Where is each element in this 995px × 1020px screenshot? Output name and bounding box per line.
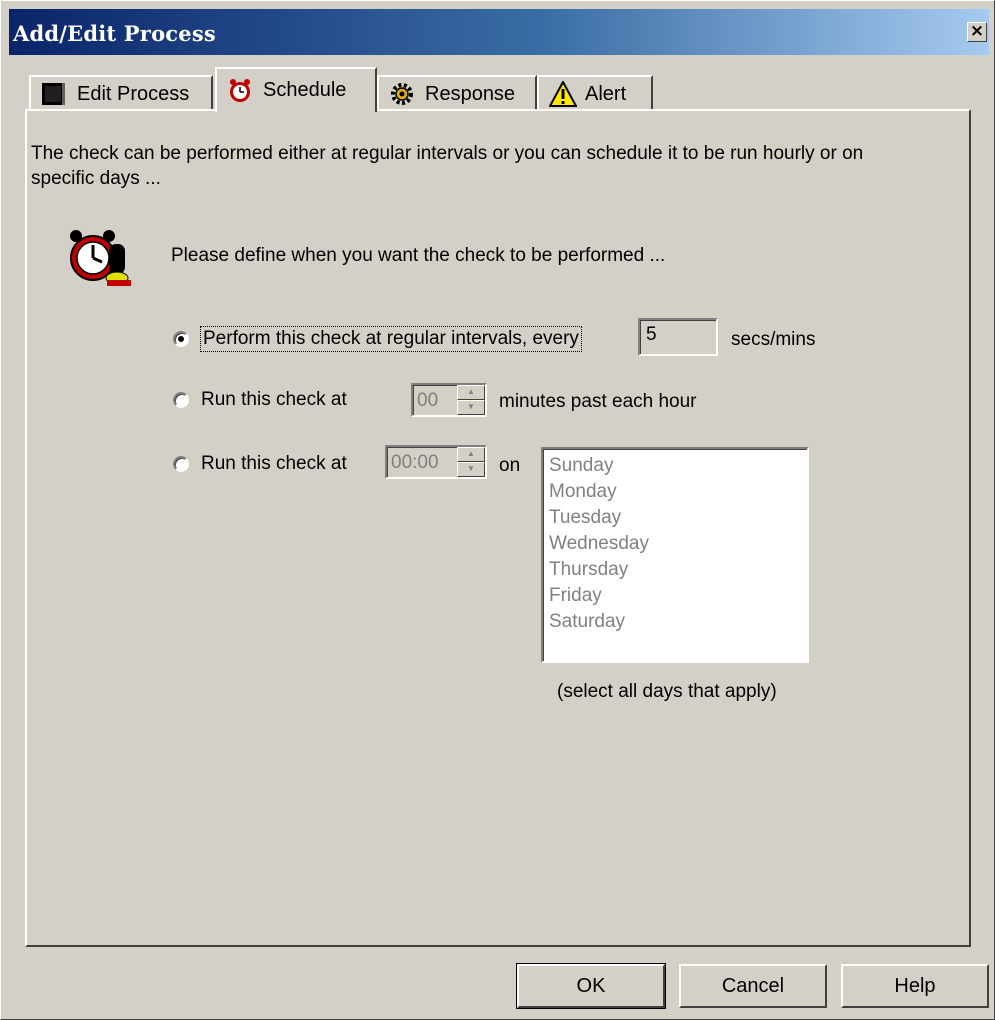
daily-on: on xyxy=(499,455,520,477)
prompt-text: Please define when you want the check to… xyxy=(171,245,666,266)
list-item[interactable]: Sunday xyxy=(549,453,801,479)
title-bar[interactable]: Add/Edit Process × xyxy=(9,9,989,55)
daily-time-spinner[interactable]: 00:00 ▲ ▼ xyxy=(385,445,487,479)
hourly-option-label: Run this check at xyxy=(201,389,347,410)
daily-time-value: 00:00 xyxy=(391,452,439,473)
tab-response-label: Response xyxy=(425,82,516,105)
hourly-option[interactable]: Run this check at xyxy=(173,389,347,411)
intro-text: The check can be performed either at reg… xyxy=(31,143,864,189)
list-item[interactable]: Saturday xyxy=(549,609,801,635)
list-item[interactable]: Monday xyxy=(549,479,801,505)
spin-down-button[interactable]: ▼ xyxy=(457,462,485,477)
tab-edit-process[interactable]: Edit Process xyxy=(29,75,213,111)
add-edit-process-dialog: Add/Edit Process × Edit Process Schedule… xyxy=(0,0,995,1020)
list-item[interactable]: Tuesday xyxy=(549,505,801,531)
hourly-minutes-value: 00 xyxy=(417,390,439,411)
daily-option-label: Run this check at xyxy=(201,453,347,474)
tab-response[interactable]: Response xyxy=(377,75,537,111)
hourly-radio[interactable] xyxy=(173,392,189,408)
hourly-suffix-label: minutes past each hour xyxy=(499,391,697,412)
hourly-suffix: minutes past each hour xyxy=(499,391,697,413)
warning-icon xyxy=(548,79,578,107)
tab-alert[interactable]: Alert xyxy=(537,75,653,111)
tab-edit-process-label: Edit Process xyxy=(77,82,190,105)
alarm-clock-icon xyxy=(227,78,253,104)
spin-up-button[interactable]: ▲ xyxy=(457,447,485,462)
cancel-button[interactable]: Cancel xyxy=(679,964,827,1008)
alarm-clock-icon xyxy=(67,226,137,288)
daily-option[interactable]: Run this check at xyxy=(173,453,347,475)
interval-option-label: Perform this check at regular intervals,… xyxy=(200,326,582,352)
days-listbox[interactable]: Sunday Monday Tuesday Wednesday Thursday… xyxy=(541,447,809,663)
hourly-minutes-spinner[interactable]: 00 ▲ ▼ xyxy=(411,383,487,417)
edit-process-icon xyxy=(41,81,67,107)
spin-up-button[interactable]: ▲ xyxy=(457,385,485,400)
tab-alert-label: Alert xyxy=(585,82,627,105)
close-button[interactable]: × xyxy=(967,22,987,42)
daily-on-label: on xyxy=(499,455,521,476)
spin-down-button[interactable]: ▼ xyxy=(457,400,485,415)
gear-icon xyxy=(389,81,415,107)
radio-selected-dot xyxy=(178,336,184,342)
interval-radio[interactable] xyxy=(173,331,189,347)
interval-units-label: secs/mins xyxy=(731,329,816,350)
ok-button[interactable]: OK xyxy=(516,963,666,1009)
daily-radio[interactable] xyxy=(173,456,189,472)
days-hint: (select all days that apply) xyxy=(557,681,777,702)
window-title: Add/Edit Process xyxy=(13,21,216,46)
tab-schedule[interactable]: Schedule xyxy=(215,67,377,112)
interval-option[interactable]: Perform this check at regular intervals,… xyxy=(173,326,582,352)
tab-schedule-label: Schedule xyxy=(263,79,347,101)
list-item[interactable]: Thursday xyxy=(549,557,801,583)
help-button[interactable]: Help xyxy=(841,964,989,1008)
interval-input[interactable]: 5 xyxy=(638,318,718,356)
list-item[interactable]: Wednesday xyxy=(549,531,801,557)
list-item[interactable]: Friday xyxy=(549,583,801,609)
schedule-panel xyxy=(25,109,971,947)
close-icon: × xyxy=(969,21,985,41)
